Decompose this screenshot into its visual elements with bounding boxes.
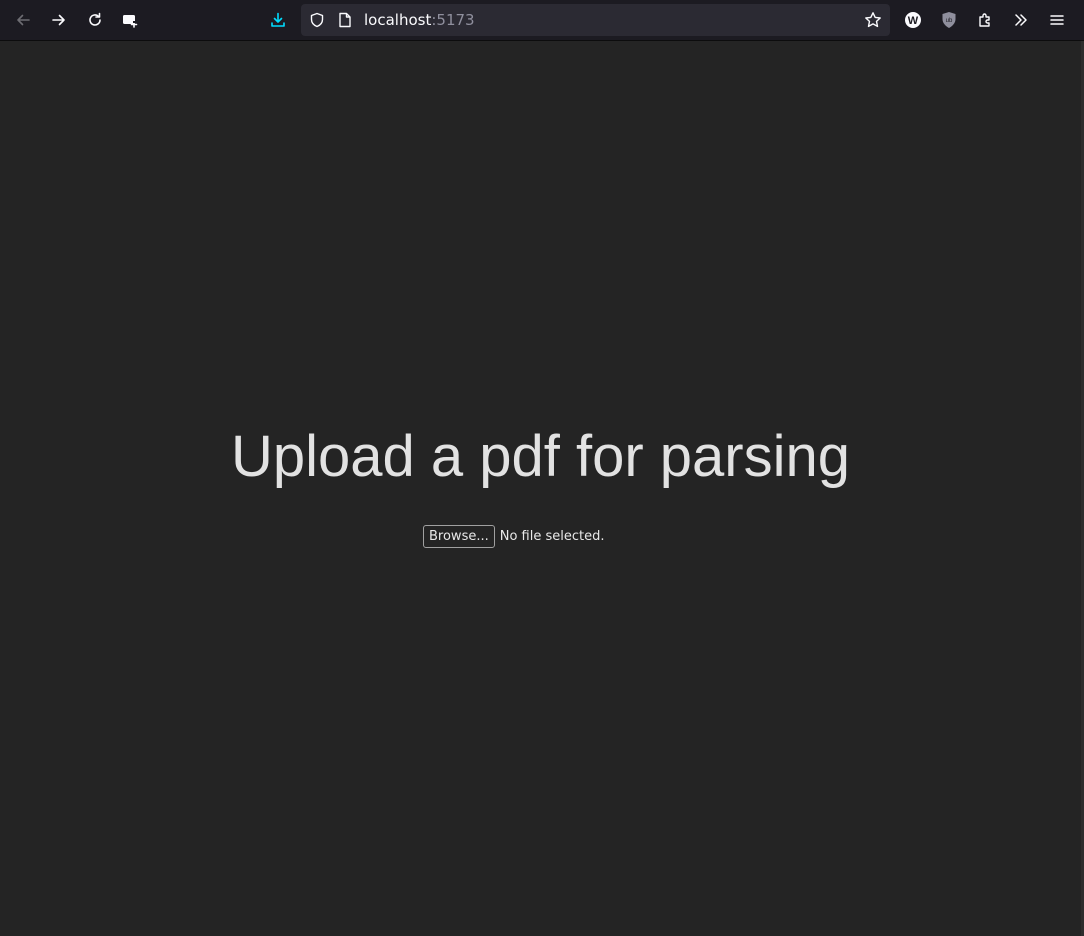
forward-button[interactable] — [45, 6, 73, 34]
svg-text:W: W — [908, 15, 919, 27]
shield-icon[interactable] — [307, 10, 327, 30]
downloads-button[interactable] — [264, 6, 292, 34]
bookmark-star-icon[interactable] — [862, 9, 884, 31]
url-bar[interactable]: localhost:5173 — [301, 4, 890, 36]
url-text[interactable]: localhost:5173 — [364, 10, 475, 30]
reload-button[interactable] — [81, 6, 109, 34]
screenshot-button[interactable] — [116, 6, 144, 34]
page-title: Upload a pdf for parsing — [230, 424, 851, 489]
ublock-shield-icon: ub — [941, 11, 957, 29]
back-button[interactable] — [9, 6, 37, 34]
screenshot-icon — [121, 12, 139, 28]
wikiwand-extension-button[interactable]: W — [899, 6, 927, 34]
double-chevron-icon — [1013, 12, 1029, 28]
app-menu-button[interactable] — [1043, 6, 1071, 34]
arrow-left-icon — [15, 12, 31, 28]
page-content: Upload a pdf for parsing Browse... No fi… — [0, 41, 1081, 936]
page-icon[interactable] — [335, 10, 355, 30]
arrow-right-icon — [51, 12, 67, 28]
wikiwand-icon: W — [904, 11, 922, 29]
hamburger-menu-icon — [1049, 12, 1065, 28]
url-host: localhost — [364, 11, 432, 29]
overflow-menu-button[interactable] — [1007, 6, 1035, 34]
url-port: :5173 — [431, 11, 475, 29]
file-input[interactable]: Browse... No file selected. — [423, 524, 604, 548]
file-status-text: No file selected. — [499, 528, 605, 544]
browser-toolbar: localhost:5173 W ub — [0, 0, 1084, 41]
extensions-button[interactable] — [971, 6, 999, 34]
ublock-extension-button[interactable]: ub — [935, 6, 963, 34]
svg-text:ub: ub — [946, 18, 953, 24]
browse-button[interactable]: Browse... — [423, 524, 495, 548]
download-icon — [270, 12, 286, 28]
reload-icon — [87, 12, 103, 28]
puzzle-icon — [977, 12, 993, 28]
